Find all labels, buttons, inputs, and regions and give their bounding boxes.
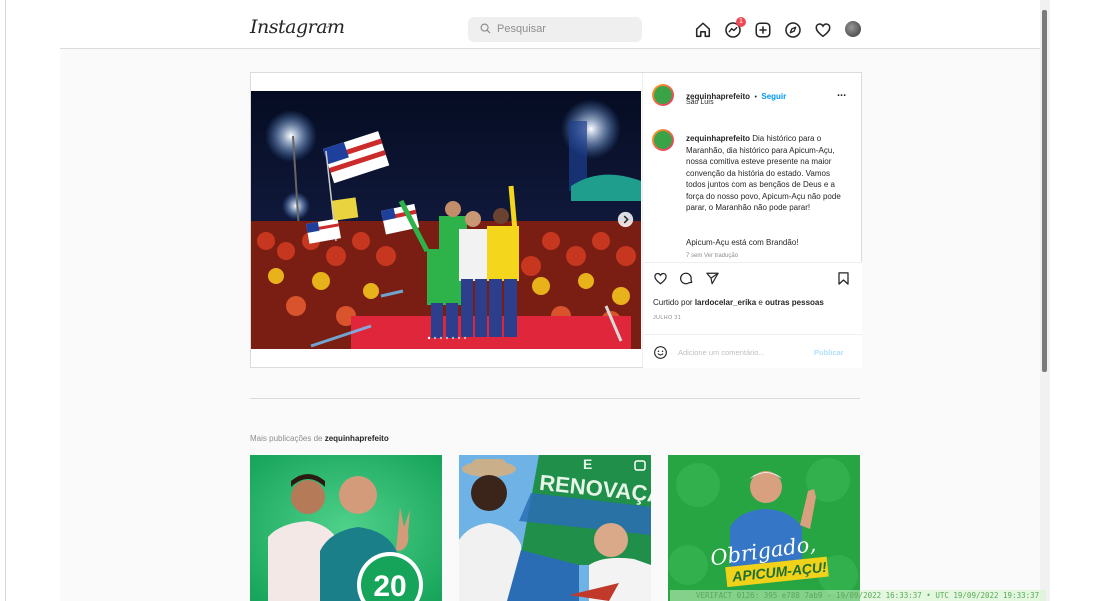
scrollbar-thumb[interactable] — [1042, 10, 1047, 372]
top-navigation-bar: Instagram ⌄ Pesquisar 1 — [60, 0, 1046, 49]
caption-text: Dia histórico para o Maranhão, dia histó… — [686, 134, 841, 212]
next-arrow-icon[interactable] — [617, 211, 634, 228]
likes-and: e — [758, 298, 763, 307]
more-posts-heading: Mais publicações de zequinhaprefeito — [250, 434, 389, 443]
thumbnail-image-3: Obrigado, APICUM-AÇU! — [668, 455, 860, 601]
caption-tail: Apicum-Açu está com Brandão! — [686, 238, 799, 247]
comment-input[interactable]: Adicione um comentário... — [678, 348, 765, 357]
likes-user-link[interactable]: lardocelar_erika — [695, 298, 756, 307]
author-avatar[interactable] — [652, 84, 674, 106]
separator-dot: • — [754, 94, 757, 101]
home-icon[interactable] — [694, 21, 712, 39]
notification-badge: 1 — [736, 17, 746, 27]
more-posts-prefix: Mais publicações de — [250, 434, 323, 443]
post-photo[interactable] — [251, 91, 641, 349]
caption-username[interactable]: zequinhaprefeito — [686, 134, 750, 143]
profile-avatar[interactable] — [845, 21, 861, 37]
window-edge — [0, 0, 6, 601]
like-heart-icon[interactable] — [653, 271, 668, 286]
candidate-number-badge: 20 — [373, 570, 406, 601]
post-caption: zequinhaprefeito Dia histórico para o Ma… — [686, 133, 851, 214]
section-divider — [250, 398, 860, 399]
save-bookmark-icon[interactable] — [836, 271, 851, 286]
likes-others-link[interactable]: outras pessoas — [765, 298, 824, 307]
search-input[interactable]: Pesquisar — [468, 17, 642, 42]
post-actions: Curtido por lardocelar_erika e outras pe… — [643, 262, 862, 368]
more-post-thumbnail-2[interactable]: RENOVAÇÃO E — [459, 455, 651, 601]
more-post-thumbnail-3[interactable]: Obrigado, APICUM-AÇU! — [668, 455, 860, 601]
banner-small-letter: E — [583, 456, 592, 472]
thumbnail-image-2: RENOVAÇÃO E — [459, 455, 651, 601]
new-post-icon[interactable] — [754, 21, 772, 39]
more-post-thumbnail-1[interactable]: 20 — [250, 455, 442, 601]
search-icon — [480, 23, 491, 34]
publish-button[interactable]: Publicar — [814, 348, 844, 357]
likes-summary: Curtido por lardocelar_erika e outras pe… — [653, 298, 824, 307]
browser-viewport: Instagram ⌄ Pesquisar 1 zequinhaprefeito… — [60, 0, 1046, 601]
comment-icon[interactable] — [679, 271, 694, 286]
caption-avatar[interactable] — [652, 129, 674, 151]
likes-prefix: Curtido por — [653, 298, 693, 307]
post-location[interactable]: São Luís — [686, 99, 714, 106]
post-date[interactable]: JULHO 31 — [653, 315, 681, 321]
more-options-icon[interactable]: ... — [837, 87, 846, 99]
search-placeholder: Pesquisar — [497, 23, 546, 35]
activity-heart-icon[interactable] — [814, 21, 832, 39]
chevron-down-icon[interactable]: ⌄ — [323, 20, 331, 31]
caption-meta[interactable]: 7 sem Ver tradução — [686, 253, 738, 259]
more-posts-username[interactable]: zequinhaprefeito — [325, 434, 389, 443]
rally-photo-image — [251, 91, 641, 349]
share-send-icon[interactable] — [705, 271, 720, 286]
follow-button[interactable]: Seguir — [761, 92, 786, 101]
explore-icon[interactable] — [784, 21, 802, 39]
emoji-icon[interactable] — [653, 345, 668, 360]
post-card: zequinhaprefeito • Seguir São Luís ... z… — [250, 72, 862, 368]
comment-box: Adicione um comentário... Publicar — [643, 334, 862, 369]
verifact-watermark: VERIFACT 0126: 395 e788 7ab9 - 19/09/202… — [670, 590, 1046, 601]
post-side-panel: zequinhaprefeito • Seguir São Luís ... z… — [642, 73, 862, 368]
thumbnail-image-1: 20 — [250, 455, 442, 601]
